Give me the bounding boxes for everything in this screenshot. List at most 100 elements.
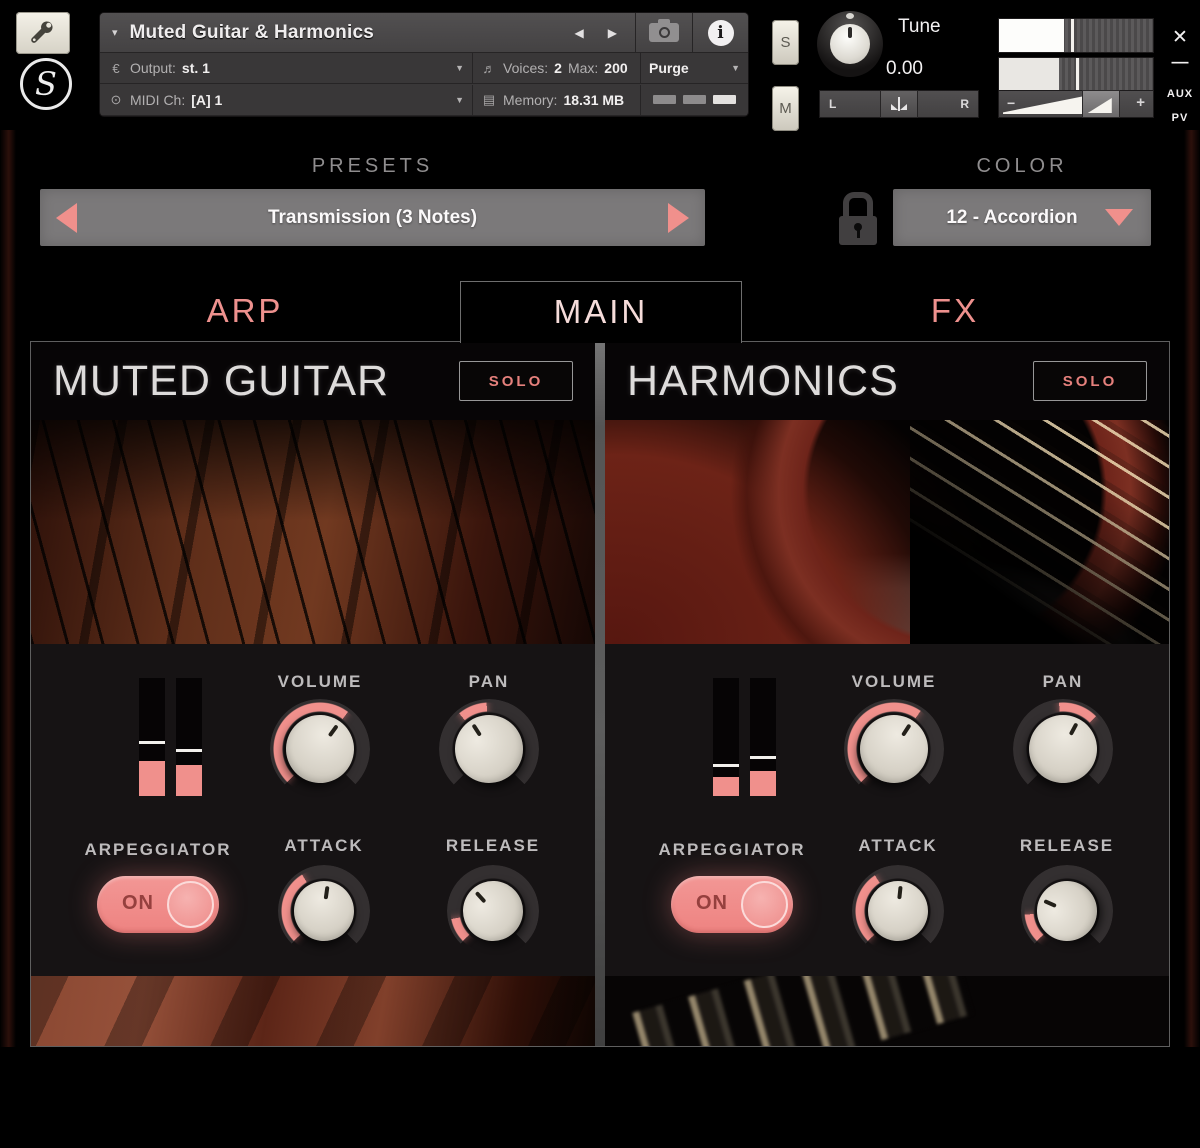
tab-arp[interactable]: ARP bbox=[30, 281, 460, 341]
mute-channel-button[interactable]: M bbox=[772, 86, 799, 131]
meter-marker bbox=[139, 741, 165, 744]
release-knob[interactable] bbox=[447, 865, 539, 957]
pan-control: PAN bbox=[419, 672, 559, 799]
purge-led-icon bbox=[653, 95, 676, 104]
color-value: 12 - Accordion bbox=[893, 207, 1105, 229]
volume-control: VOLUME bbox=[824, 672, 964, 799]
tab-main[interactable]: MAIN bbox=[460, 281, 742, 343]
panel-title: HARMONICS bbox=[627, 357, 1033, 406]
purge-caret-icon[interactable]: ▼ bbox=[731, 63, 740, 73]
release-label: RELEASE bbox=[423, 836, 563, 856]
memory-icon: ▤ bbox=[481, 92, 497, 108]
pan-knob[interactable] bbox=[439, 699, 539, 799]
edit-wrench-button[interactable] bbox=[16, 12, 70, 54]
attack-knob[interactable] bbox=[852, 865, 944, 957]
voices-cell: ♬ Voices: 2 Max: 200 bbox=[472, 53, 640, 84]
aux-button[interactable]: AUX bbox=[1162, 88, 1198, 100]
meter-fill bbox=[999, 19, 1064, 52]
panel-muted-guitar: MUTED GUITAR SOLO VOLUME bbox=[31, 342, 595, 1046]
memory-label: Memory: bbox=[503, 92, 557, 108]
attack-knob[interactable] bbox=[278, 865, 370, 957]
info-button[interactable]: i bbox=[692, 13, 748, 52]
pv-button[interactable]: PV bbox=[1162, 112, 1198, 124]
meter-level bbox=[750, 771, 776, 796]
volume-minus-icon[interactable]: − bbox=[1007, 95, 1015, 111]
attack-control: ATTACK bbox=[828, 836, 968, 957]
pan-label: PAN bbox=[993, 672, 1133, 692]
preset-selector[interactable]: Transmission (3 Notes) bbox=[40, 189, 705, 246]
midi-channel-select[interactable]: ⊙ MIDI Ch: [A] 1 ▼ bbox=[100, 85, 472, 116]
app-window: { "accent": "#f0908c", "header": { "wind… bbox=[0, 0, 1200, 1148]
panel-title: MUTED GUITAR bbox=[53, 357, 459, 406]
presets-section-label: PRESETS bbox=[40, 155, 705, 178]
lock-icon[interactable] bbox=[839, 192, 877, 242]
master-pan-slider[interactable]: L R bbox=[820, 91, 978, 117]
tab-fx[interactable]: FX bbox=[740, 281, 1170, 341]
color-caret-icon[interactable] bbox=[1105, 209, 1133, 226]
panel-divider bbox=[595, 342, 605, 1046]
midi-value: [A] 1 bbox=[191, 92, 222, 108]
pan-left-label: L bbox=[829, 97, 836, 111]
volume-plus-icon[interactable]: + bbox=[1136, 94, 1145, 111]
arpeggiator-toggle[interactable]: ON bbox=[97, 876, 219, 933]
pan-knob[interactable] bbox=[1013, 699, 1113, 799]
pan-control: PAN bbox=[993, 672, 1133, 799]
meter-marker bbox=[713, 764, 739, 767]
brand-logo: S bbox=[20, 58, 72, 110]
midi-caret-icon[interactable]: ▼ bbox=[455, 95, 464, 105]
channel-meters bbox=[139, 678, 202, 796]
memory-value: 18.31 MB bbox=[563, 92, 624, 108]
panel-controls: VOLUME PAN ARPEGGIATOR ON bbox=[31, 644, 595, 976]
output-caret-icon[interactable]: ▼ bbox=[455, 63, 464, 73]
collapse-caret-icon[interactable]: ▾ bbox=[112, 26, 118, 39]
minimize-icon[interactable]: — bbox=[1162, 52, 1198, 72]
tune-knob[interactable] bbox=[817, 11, 883, 77]
volume-knob[interactable] bbox=[844, 699, 944, 799]
lock-body bbox=[839, 216, 877, 245]
pan-center-handle[interactable] bbox=[881, 91, 917, 117]
guitar-strings-detail bbox=[910, 420, 1169, 644]
close-icon[interactable]: ✕ bbox=[1162, 26, 1198, 49]
purge-leds bbox=[653, 95, 736, 104]
toggle-knob bbox=[167, 881, 214, 928]
arpeggiator-label: ARPEGGIATOR bbox=[48, 840, 268, 860]
channel-meter bbox=[139, 678, 165, 796]
volume-control: VOLUME bbox=[250, 672, 390, 799]
meter-level bbox=[139, 761, 165, 796]
meter-level bbox=[176, 765, 202, 796]
channel-meter bbox=[176, 678, 202, 796]
meter-marker bbox=[176, 749, 202, 752]
panel-controls: VOLUME PAN ARPEGGIATOR ON bbox=[605, 644, 1169, 976]
preset-next-icon[interactable] bbox=[668, 203, 689, 233]
toggle-state: ON bbox=[696, 892, 728, 915]
purge-led-icon bbox=[683, 95, 706, 104]
snapshot-camera-button[interactable] bbox=[635, 13, 692, 52]
window-edge-left bbox=[0, 130, 16, 1050]
channel-meter bbox=[713, 678, 739, 796]
release-control: RELEASE bbox=[423, 836, 563, 957]
release-knob[interactable] bbox=[1021, 865, 1113, 957]
output-select[interactable]: € Output: st. 1 ▼ bbox=[100, 53, 472, 84]
solo-channel-button[interactable]: S bbox=[772, 20, 799, 65]
solo-button[interactable]: SOLO bbox=[1033, 361, 1147, 401]
prev-instrument-icon[interactable]: ◀ bbox=[575, 26, 584, 40]
pan-center-icon bbox=[891, 97, 907, 111]
purge-menu[interactable]: Purge ▼ bbox=[640, 53, 748, 84]
max-value[interactable]: 200 bbox=[604, 60, 627, 76]
instrument-title: Muted Guitar & Harmonics bbox=[130, 22, 575, 44]
volume-handle[interactable] bbox=[1083, 91, 1119, 117]
guitar-photo-strip bbox=[31, 976, 595, 1046]
solo-button[interactable]: SOLO bbox=[459, 361, 573, 401]
next-instrument-icon[interactable]: ▶ bbox=[608, 26, 617, 40]
preset-prev-icon[interactable] bbox=[56, 203, 77, 233]
volume-knob[interactable] bbox=[270, 699, 370, 799]
tune-value[interactable]: 0.00 bbox=[886, 58, 923, 80]
arpeggiator-toggle[interactable]: ON bbox=[671, 876, 793, 933]
color-dropdown[interactable]: 12 - Accordion bbox=[893, 189, 1151, 246]
tune-knob-cap bbox=[830, 24, 870, 64]
mute-letter: M bbox=[779, 100, 792, 117]
panel-title-row: HARMONICS SOLO bbox=[605, 342, 1169, 420]
channel-meter bbox=[750, 678, 776, 796]
master-volume-slider[interactable]: − + bbox=[999, 91, 1153, 117]
midi-icon: ⊙ bbox=[108, 92, 124, 108]
